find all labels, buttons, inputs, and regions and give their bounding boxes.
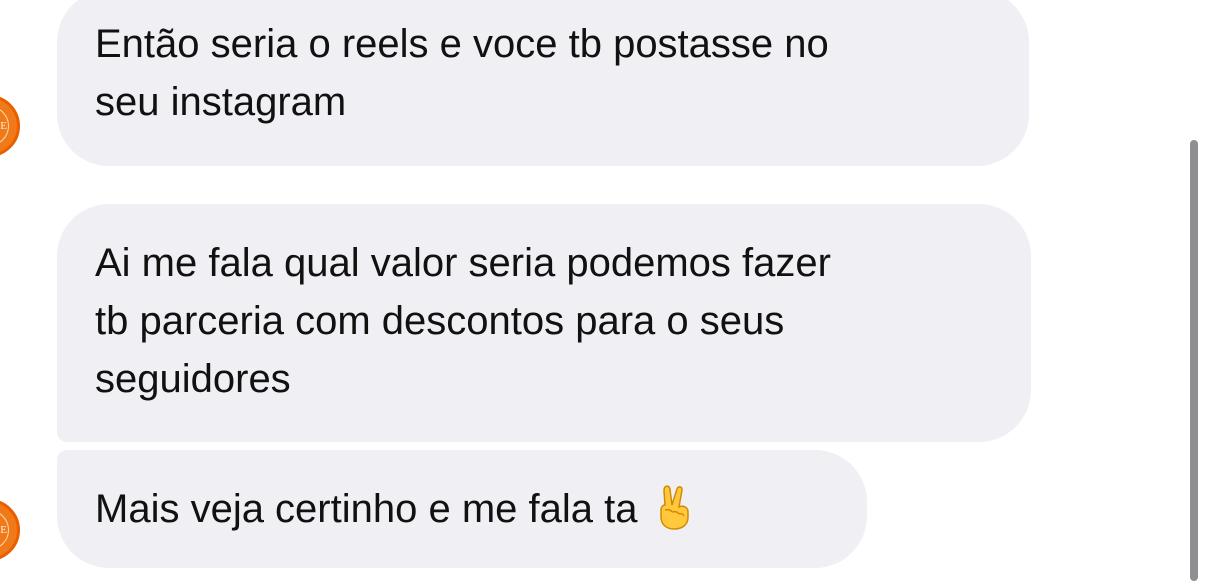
message-bubble[interactable]: Mais veja certinho e me fala ta	[57, 450, 867, 568]
message-bubble[interactable]: Ai me fala qual valor seria podemos faze…	[57, 204, 1031, 442]
message-text-line: Ai me fala qual valor seria podemos faze…	[95, 241, 831, 285]
message-text-line: Então seria o reels e voce tb postasse n…	[95, 22, 829, 66]
scrollbar[interactable]	[1190, 140, 1198, 581]
message-text-line: seu instagram	[95, 80, 347, 124]
sender-avatar[interactable]: E	[0, 499, 20, 561]
victory-hand-icon	[655, 483, 695, 531]
avatar-letter: E	[0, 120, 7, 132]
message-bubble[interactable]: Então seria o reels e voce tb postasse n…	[57, 0, 1029, 166]
sender-avatar[interactable]: E	[0, 95, 20, 157]
message-text-line: tb parceria com descontos para o seus	[95, 299, 785, 343]
avatar-letter: E	[0, 524, 7, 536]
message-text: Mais veja certinho e me fala ta	[95, 487, 638, 531]
message-text-line: seguidores	[95, 357, 291, 401]
